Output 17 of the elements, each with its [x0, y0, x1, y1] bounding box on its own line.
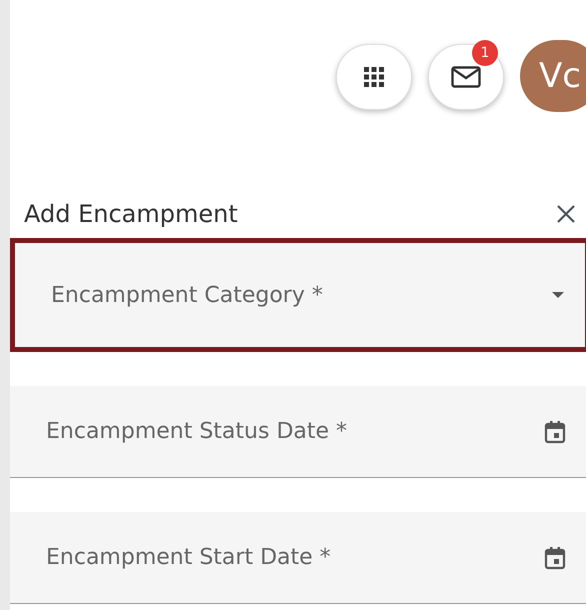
panel-title: Add Encampment	[24, 199, 238, 230]
apps-button[interactable]	[336, 44, 412, 110]
select-field[interactable]: Encampment Category *	[10, 238, 586, 352]
calendar-icon[interactable]	[544, 546, 566, 570]
caret-icon[interactable]	[551, 291, 565, 299]
grid-icon	[364, 67, 384, 87]
date-field[interactable]: Encampment Start Date *	[10, 512, 586, 604]
date-field[interactable]: Encampment Status Date *	[10, 386, 586, 478]
calendar-icon[interactable]	[544, 420, 566, 444]
close-icon	[556, 204, 576, 224]
mail-icon	[451, 66, 481, 88]
field-placeholder: Encampment Start Date *	[46, 544, 331, 572]
mail-button[interactable]	[428, 44, 504, 110]
field-placeholder: Encampment Status Date *	[46, 418, 348, 446]
notification-badge: 1	[472, 40, 498, 66]
field-placeholder: Encampment Category *	[51, 282, 323, 310]
avatar[interactable]: Vc	[520, 40, 586, 112]
